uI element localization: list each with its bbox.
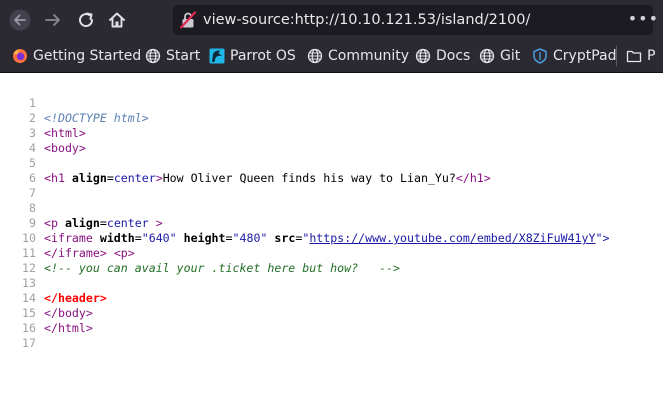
h1-open-tag: <h1 bbox=[44, 171, 72, 185]
source-line: 8 <p align=center > bbox=[0, 186, 163, 230]
h1-close-tag: </h1> bbox=[455, 171, 491, 185]
view-source-content: 1 <!DOCTYPE html> 2 <html> 3 <body> 4 5 … bbox=[0, 73, 663, 401]
doctype-text: <!DOCTYPE html> bbox=[44, 111, 149, 125]
attr-name: align bbox=[64, 216, 100, 230]
arrow-left-icon bbox=[9, 9, 31, 31]
youtube-link[interactable]: https://www.youtube.com/embed/X8ZiFuW41y… bbox=[309, 231, 595, 245]
bookmark-label: Start bbox=[166, 48, 201, 64]
bookmark-getting-started[interactable]: Getting Started bbox=[12, 40, 141, 72]
bookmark-label: Community bbox=[328, 48, 410, 64]
source-line: 16 bbox=[0, 306, 36, 335]
html-close-tag: </html> bbox=[44, 321, 93, 335]
forward-button[interactable] bbox=[39, 6, 67, 34]
bookmark-label: P bbox=[647, 48, 656, 64]
attr-name: width bbox=[99, 231, 135, 245]
source-line: 5 <h1 align=center>How Oliver Queen find… bbox=[0, 141, 491, 185]
attr-value: center bbox=[106, 216, 149, 230]
source-line: 15 </html> bbox=[0, 291, 93, 335]
attr-value: "640" bbox=[141, 231, 177, 245]
attr-eq: = bbox=[106, 171, 114, 185]
line-number: 17 bbox=[22, 336, 36, 350]
bookmark-start[interactable]: Start bbox=[145, 40, 200, 72]
attr-name: src bbox=[274, 231, 296, 245]
page-actions-menu[interactable]: ••• bbox=[628, 5, 659, 35]
home-icon bbox=[109, 12, 125, 28]
arrow-right-icon bbox=[45, 14, 60, 26]
url-text: view-source:http://10.10.121.53/island/2… bbox=[203, 12, 531, 28]
source-line: 3 <body> bbox=[0, 111, 86, 155]
globe-icon bbox=[307, 48, 323, 64]
browser-toolbar: view-source:http://10.10.121.53/island/2… bbox=[0, 0, 663, 40]
h1-text: How Oliver Queen finds his way to Lian_Y… bbox=[162, 171, 456, 185]
source-line: 11 <!-- you can avail your .ticket here … bbox=[0, 231, 400, 275]
attr-value: center bbox=[113, 171, 156, 185]
firefox-icon bbox=[13, 49, 27, 63]
body-close-tag: </body> bbox=[44, 306, 93, 320]
attr-name: align bbox=[71, 171, 107, 185]
p-tag: <p> bbox=[113, 246, 135, 260]
source-line: 4 bbox=[0, 126, 36, 155]
bookmark-parrot-os[interactable]: Parrot OS bbox=[209, 40, 296, 72]
bookmark-separator bbox=[616, 46, 617, 66]
attr-name: height bbox=[183, 231, 226, 245]
bookmark-label: Docs bbox=[436, 48, 471, 64]
globe-icon bbox=[415, 48, 431, 64]
p-open-tag: <p bbox=[44, 216, 65, 230]
source-line: 7 bbox=[0, 171, 36, 200]
attr-eq: = bbox=[99, 216, 107, 230]
reload-button[interactable] bbox=[72, 6, 100, 34]
iframe-open-tag: <iframe bbox=[44, 231, 100, 245]
source-line: 13 </header> bbox=[0, 261, 107, 305]
bookmark-docs[interactable]: Docs bbox=[415, 40, 470, 72]
source-line: 9 <iframe width="640" height="480" src="… bbox=[0, 201, 609, 245]
tag-end: > bbox=[155, 171, 163, 185]
bookmark-git[interactable]: Git bbox=[479, 40, 520, 72]
home-button[interactable] bbox=[103, 6, 131, 34]
bookmark-cryptpad[interactable]: CryptPad bbox=[532, 40, 616, 72]
address-bar[interactable]: view-source:http://10.10.121.53/island/2… bbox=[173, 5, 658, 35]
source-line: 12 bbox=[0, 246, 36, 275]
bookmark-label: Git bbox=[500, 48, 521, 64]
broken-lock-icon[interactable] bbox=[179, 11, 197, 33]
bookmark-label: Parrot OS bbox=[230, 48, 296, 64]
shield-icon bbox=[533, 48, 547, 64]
body-open-tag: <body> bbox=[44, 141, 86, 155]
attr-value: "480" bbox=[232, 231, 268, 245]
source-line: 10 </iframe> <p> bbox=[0, 216, 135, 260]
globe-icon bbox=[145, 48, 161, 64]
tag-end: > bbox=[148, 216, 163, 230]
bookmark-label: CryptPad bbox=[553, 48, 617, 64]
reload-icon bbox=[79, 12, 94, 28]
iframe-close-tag: </iframe> bbox=[44, 246, 107, 260]
bookmark-label: Getting Started bbox=[33, 48, 142, 64]
source-line: 14 </body> bbox=[0, 276, 93, 320]
stray-header-close-tag: </header> bbox=[44, 291, 107, 305]
tag-end: "> bbox=[595, 231, 610, 245]
html-open-tag: <html> bbox=[44, 126, 86, 140]
bookmarks-toolbar: Getting Started Start Parrot OS Communit… bbox=[0, 40, 663, 73]
parrot-icon bbox=[209, 48, 225, 64]
source-line: 6 bbox=[0, 156, 36, 185]
source-line: 17 bbox=[0, 321, 36, 350]
html-comment: <!-- you can avail your .ticket here but… bbox=[44, 261, 400, 275]
source-line: 1 <!DOCTYPE html> bbox=[0, 81, 149, 125]
globe-icon bbox=[479, 48, 495, 64]
bookmark-folder[interactable]: P bbox=[626, 40, 655, 72]
source-line: 2 <html> bbox=[0, 96, 86, 140]
bookmark-community[interactable]: Community bbox=[307, 40, 409, 72]
folder-icon bbox=[626, 50, 642, 63]
back-button[interactable] bbox=[6, 6, 34, 34]
